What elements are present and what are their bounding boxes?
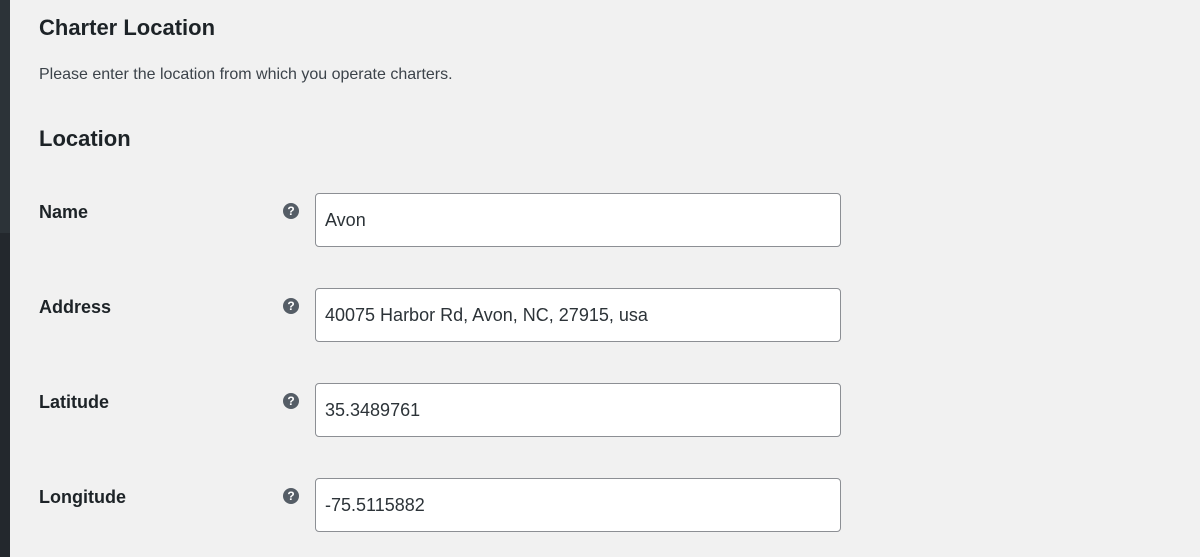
latitude-input[interactable] <box>315 383 841 437</box>
question-circle-icon[interactable]: ? <box>283 488 299 504</box>
section-description: Please enter the location from which you… <box>39 66 453 83</box>
field-row-name: Name ? <box>39 193 1179 249</box>
name-input[interactable] <box>315 193 841 247</box>
field-row-longitude: Longitude ? <box>39 478 1179 534</box>
field-label-latitude: Latitude <box>39 392 109 412</box>
settings-page: Charter Location Please enter the locati… <box>39 0 1179 557</box>
admin-sidebar-edge-lower <box>0 233 10 557</box>
question-circle-icon[interactable]: ? <box>283 393 299 409</box>
section-title: Charter Location <box>39 15 216 40</box>
field-label-name: Name <box>39 202 89 222</box>
subsection-title: Location <box>39 126 131 151</box>
field-row-address: Address ? <box>39 288 1179 344</box>
question-circle-icon[interactable]: ? <box>283 203 299 219</box>
admin-sidebar-edge <box>0 0 10 557</box>
address-input[interactable] <box>315 288 841 342</box>
field-label-address: Address <box>39 297 112 317</box>
longitude-input[interactable] <box>315 478 841 532</box>
field-row-latitude: Latitude ? <box>39 383 1179 439</box>
field-label-longitude: Longitude <box>39 487 126 507</box>
question-circle-icon[interactable]: ? <box>283 298 299 314</box>
